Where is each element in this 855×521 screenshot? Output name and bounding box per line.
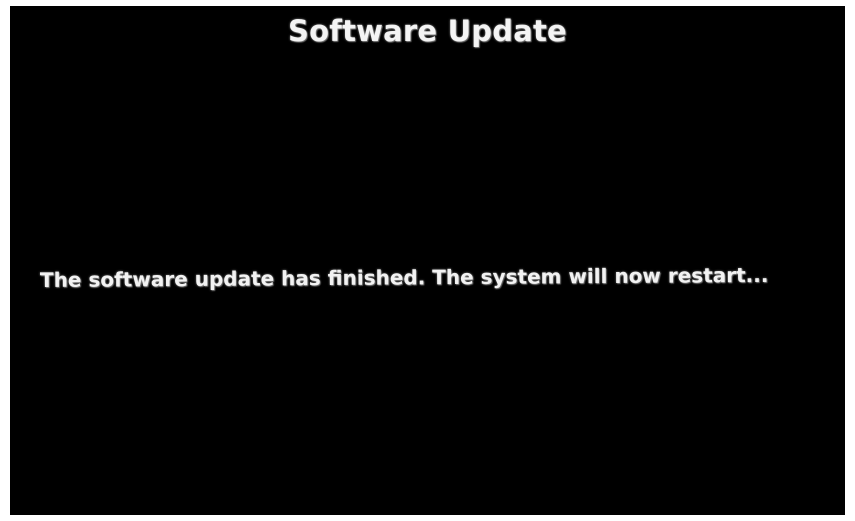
display-screen: Software Update The software update has … [10, 6, 845, 515]
photo-frame: Software Update The software update has … [0, 0, 855, 521]
page-title: Software Update [288, 14, 567, 48]
status-message: The software update has finished. The sy… [39, 262, 769, 292]
